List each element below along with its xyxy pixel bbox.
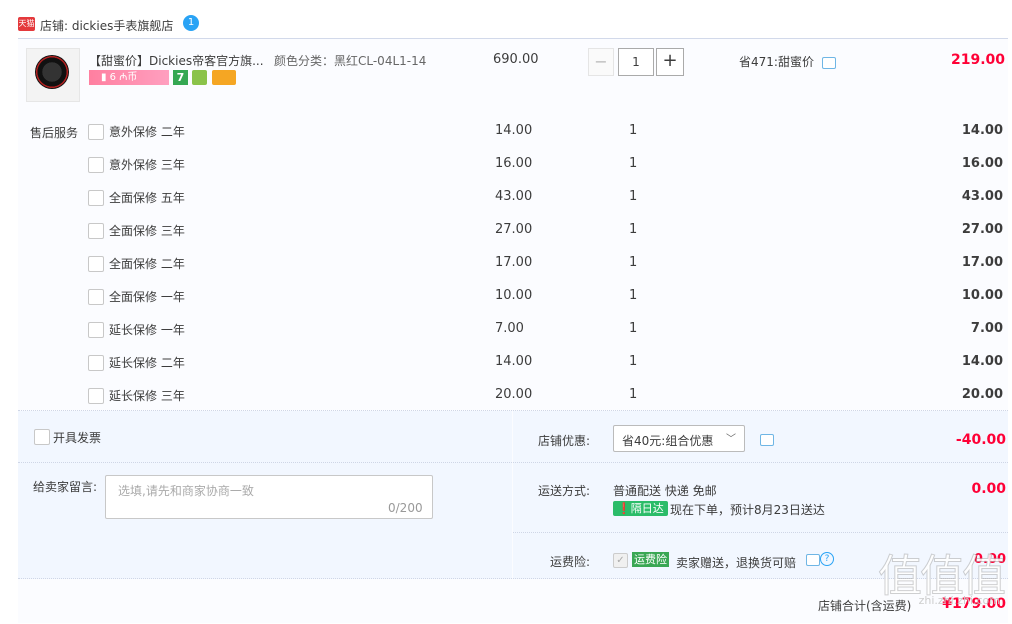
product-title-link[interactable]: 【甜蜜价】Dickies帝客官方旗... (89, 52, 264, 69)
insurance-badge: 运费险 (632, 552, 669, 567)
divider (18, 578, 1008, 579)
seller-message-label: 给卖家留言: (33, 480, 98, 494)
service-total: 27.00 (961, 222, 1003, 237)
shop-coupon-label: 店铺优惠: (538, 434, 591, 448)
service-row: 延长保修 二年 14.00 1 14.00 (88, 354, 1008, 374)
next-day-badge: ❗隔日达 (613, 501, 668, 516)
service-row: 全面保修 三年 27.00 1 27.00 (88, 222, 1008, 242)
divider (18, 462, 1008, 463)
comment-icon[interactable] (760, 434, 774, 446)
service-price: 16.00 (495, 156, 533, 171)
quantity-input[interactable]: 1 (618, 48, 654, 76)
watch-image (35, 55, 69, 89)
guarantee-icon[interactable] (192, 70, 207, 85)
divider (18, 410, 1008, 411)
service-checkbox[interactable] (88, 157, 104, 173)
service-price: 20.00 (495, 387, 533, 402)
service-price: 14.00 (495, 123, 533, 138)
invoice-label[interactable]: 开具发票 (53, 429, 101, 446)
service-qty: 1 (629, 189, 638, 204)
service-name: 意外保修 三年 (109, 158, 185, 172)
product-thumbnail[interactable] (26, 48, 80, 102)
service-name: 延长保修 一年 (109, 323, 185, 337)
service-row: 全面保修 一年 10.00 1 10.00 (88, 288, 1008, 308)
invoice-checkbox[interactable] (34, 429, 50, 445)
service-row: 全面保修 二年 17.00 1 17.00 (88, 255, 1008, 275)
discount-info: 省471:甜蜜价 (739, 55, 814, 69)
delivery-estimate: 现在下单，预计8月23日送达 (670, 503, 825, 517)
comment-icon[interactable] (806, 554, 820, 566)
seller-message-count: 0/200 (388, 501, 423, 515)
chat-icon[interactable]: 1 (183, 15, 199, 31)
service-total: 43.00 (961, 189, 1003, 204)
service-checkbox[interactable] (88, 388, 104, 404)
service-price: 14.00 (495, 354, 533, 369)
promo-badge: ▮ 6 ₼币 (89, 70, 169, 85)
service-checkbox[interactable] (88, 256, 104, 272)
service-total: 20.00 (961, 387, 1003, 402)
service-checkbox[interactable] (88, 223, 104, 239)
service-checkbox[interactable] (88, 322, 104, 338)
service-name: 全面保修 一年 (109, 290, 185, 304)
shipping-method: 普通配送 快递 免邮 (613, 484, 717, 498)
insurance-label: 运费险: (550, 555, 591, 569)
shop-name[interactable]: 店铺: dickies手表旗舰店 (40, 17, 173, 34)
service-price: 7.00 (495, 321, 524, 336)
service-qty: 1 (629, 222, 638, 237)
service-total: 10.00 (961, 288, 1003, 303)
service-checkbox[interactable] (88, 190, 104, 206)
service-qty: 1 (629, 354, 638, 369)
insurance-checkbox: ✓ (613, 553, 628, 568)
item-subtotal: 219.00 (950, 52, 1005, 68)
chevron-down-icon[interactable]: ﹀ (726, 430, 736, 445)
service-qty: 1 (629, 123, 638, 138)
comment-icon[interactable] (822, 57, 836, 69)
shop-discount-amount: -40.00 (955, 432, 1006, 448)
service-checkbox[interactable] (88, 289, 104, 305)
service-qty: 1 (629, 321, 638, 336)
quantity-decrease-button[interactable]: − (588, 48, 614, 76)
service-total: 16.00 (961, 156, 1003, 171)
divider (513, 532, 1008, 533)
service-price: 27.00 (495, 222, 533, 237)
seller-message-placeholder: 选填,请先和商家协商一致 (118, 484, 254, 498)
service-row: 意外保修 三年 16.00 1 16.00 (88, 156, 1008, 176)
shipping-label: 运送方式: (538, 484, 591, 498)
service-total: 14.00 (961, 354, 1003, 369)
tmall-logo: 天猫 (18, 17, 35, 31)
service-qty: 1 (629, 255, 638, 270)
service-checkbox[interactable] (88, 355, 104, 371)
service-qty: 1 (629, 387, 638, 402)
service-total: 7.00 (970, 321, 1003, 336)
insurance-description: 卖家赠送，退换货可赔 (676, 556, 797, 570)
service-total: 17.00 (961, 255, 1003, 270)
product-sku: 颜色分类：黑红CL-04L1-14 (274, 54, 427, 68)
service-name: 意外保修 二年 (109, 125, 185, 139)
service-price: 43.00 (495, 189, 533, 204)
help-icon[interactable]: ? (820, 552, 834, 566)
service-total: 14.00 (961, 123, 1003, 138)
service-name: 全面保修 二年 (109, 257, 185, 271)
service-qty: 1 (629, 156, 638, 171)
service-name: 全面保修 三年 (109, 224, 185, 238)
service-name: 延长保修 三年 (109, 389, 185, 403)
quantity-increase-button[interactable]: + (656, 48, 684, 76)
service-row: 延长保修 一年 7.00 1 7.00 (88, 321, 1008, 341)
watermark-site: zhi.zhi.zhi.com (918, 594, 1000, 607)
service-price: 10.00 (495, 288, 533, 303)
service-row: 全面保修 五年 43.00 1 43.00 (88, 189, 1008, 209)
service-row: 意外保修 二年 14.00 1 14.00 (88, 123, 1008, 143)
service-label: 售后服务 (30, 126, 79, 140)
credit-card-icon[interactable] (212, 70, 236, 85)
seven-day-return-icon[interactable]: 7 (173, 70, 188, 85)
service-row: 延长保修 三年 20.00 1 20.00 (88, 387, 1008, 407)
shop-coupon-value[interactable]: 省40元:组合优惠 (622, 432, 713, 449)
service-name: 延长保修 二年 (109, 356, 185, 370)
shipping-fee: 0.00 (971, 481, 1006, 497)
service-checkbox[interactable] (88, 124, 104, 140)
unit-price: 690.00 (493, 52, 539, 67)
service-name: 全面保修 五年 (109, 191, 185, 205)
service-price: 17.00 (495, 255, 533, 270)
service-qty: 1 (629, 288, 638, 303)
